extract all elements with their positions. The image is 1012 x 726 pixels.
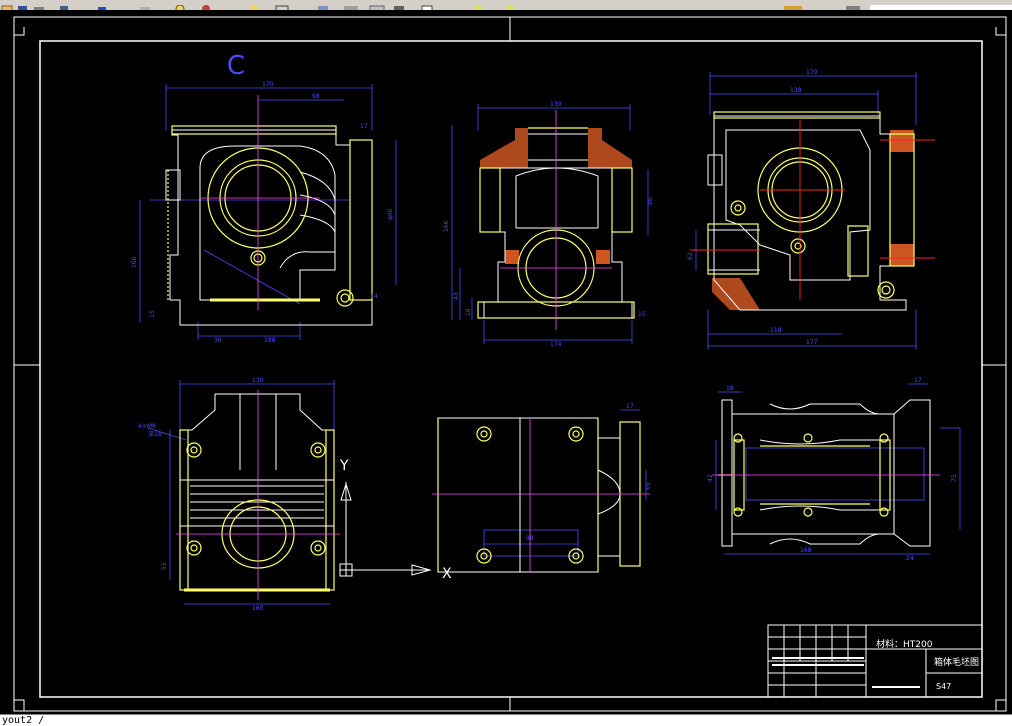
- dim-text: 18: [726, 385, 734, 392]
- dim-text: 170: [806, 69, 818, 76]
- drawing-name: 箱体毛坯图: [934, 656, 979, 668]
- dim-text: 160: [252, 605, 264, 612]
- view-section-dim-text: 130 166 86 43 18 174 15: [443, 101, 654, 348]
- view-bottom: 17 65 98: [432, 403, 652, 573]
- dim-text: 130: [550, 101, 562, 108]
- dim-text: 174: [550, 341, 562, 348]
- dim-text: 15: [638, 311, 646, 318]
- dim-text: 98: [526, 535, 534, 542]
- view-section: 130 166 86 43 18 174 15: [443, 101, 654, 348]
- dim-text: 36: [214, 337, 222, 344]
- dim-text: 17: [626, 403, 634, 410]
- dim-text: 118: [770, 327, 782, 334]
- view-bottom-yellow: [437, 418, 641, 572]
- dim-text: 43: [453, 292, 460, 300]
- dim-text: 14: [370, 293, 378, 300]
- view-front: 170 98 17 φ60 160 36 188 15 14: [131, 81, 397, 344]
- view-label: C: [227, 51, 245, 81]
- view-side: 170 138 62 118 177: [687, 69, 935, 350]
- dim-text: φ60: [387, 208, 394, 220]
- dim-text: 170: [262, 81, 274, 88]
- command-line-text: yout2 /: [2, 715, 45, 726]
- view-detail: 18 17 75 42 168 24: [707, 377, 961, 562]
- drawing-canvas[interactable]: C 170 98 17 φ60 160 36 188 15 14 130 166…: [0, 10, 1012, 714]
- dim-text: 4×M8: [138, 423, 156, 430]
- view-top-dimensions: [147, 380, 335, 605]
- view-bottom-centerlines: [432, 418, 650, 572]
- view-bottom-outline: [437, 417, 641, 573]
- dim-text: 55: [161, 562, 168, 570]
- view-section-dimensions: [451, 104, 649, 344]
- dim-text: 98: [312, 93, 320, 100]
- dim-text: 166: [443, 220, 450, 232]
- title-block: 材料：HT200 箱体毛坯图 S47: [767, 624, 983, 698]
- dim-text: 130: [252, 377, 264, 384]
- view-front-dim-text: 170 98 17 φ60 160 36 188 15 14: [131, 81, 394, 344]
- dim-text: 177: [806, 339, 818, 346]
- dim-text: 42: [707, 474, 714, 482]
- dim-text: 17: [914, 377, 922, 384]
- command-line[interactable]: yout2 /: [0, 714, 1012, 726]
- ucs-icon: Y X: [339, 458, 452, 582]
- view-front-centerlines: [200, 95, 320, 310]
- dim-text: 86: [647, 197, 654, 205]
- dim-text: 18: [465, 308, 472, 316]
- view-detail-dimensions: [715, 383, 961, 555]
- view-bottom-dim-text: 17 65 98: [526, 403, 652, 542]
- view-detail-outline: [721, 399, 931, 547]
- view-front-yellow: [167, 125, 373, 307]
- dim-text: 168: [800, 547, 812, 554]
- dim-text: 15: [149, 310, 156, 318]
- ucs-y-label: Y: [339, 458, 349, 474]
- dim-text: 62: [687, 252, 694, 260]
- dim-text: 17: [360, 123, 368, 130]
- view-side-hatch: [712, 130, 914, 310]
- scale-label: S47: [936, 682, 951, 691]
- material-label: 材料：HT200: [876, 638, 933, 650]
- dim-text: 24: [906, 555, 914, 562]
- dim-text: 深16: [148, 430, 162, 438]
- sheet-frame: [13, 16, 1007, 712]
- drawing-svg: C 170 98 17 φ60 160 36 188 15 14 130 166…: [13, 16, 1007, 712]
- view-top-centerlines: [176, 390, 340, 600]
- dim-text: 160: [131, 256, 138, 268]
- view-top: 130 4×M8 深16 55 160: [138, 377, 340, 612]
- dim-text: 138: [790, 87, 802, 94]
- dim-text: 188: [264, 337, 276, 344]
- dim-text: 75: [951, 474, 958, 482]
- ucs-x-label: X: [442, 566, 452, 582]
- dim-text: 65: [645, 482, 652, 490]
- view-bottom-dimensions: [483, 409, 647, 557]
